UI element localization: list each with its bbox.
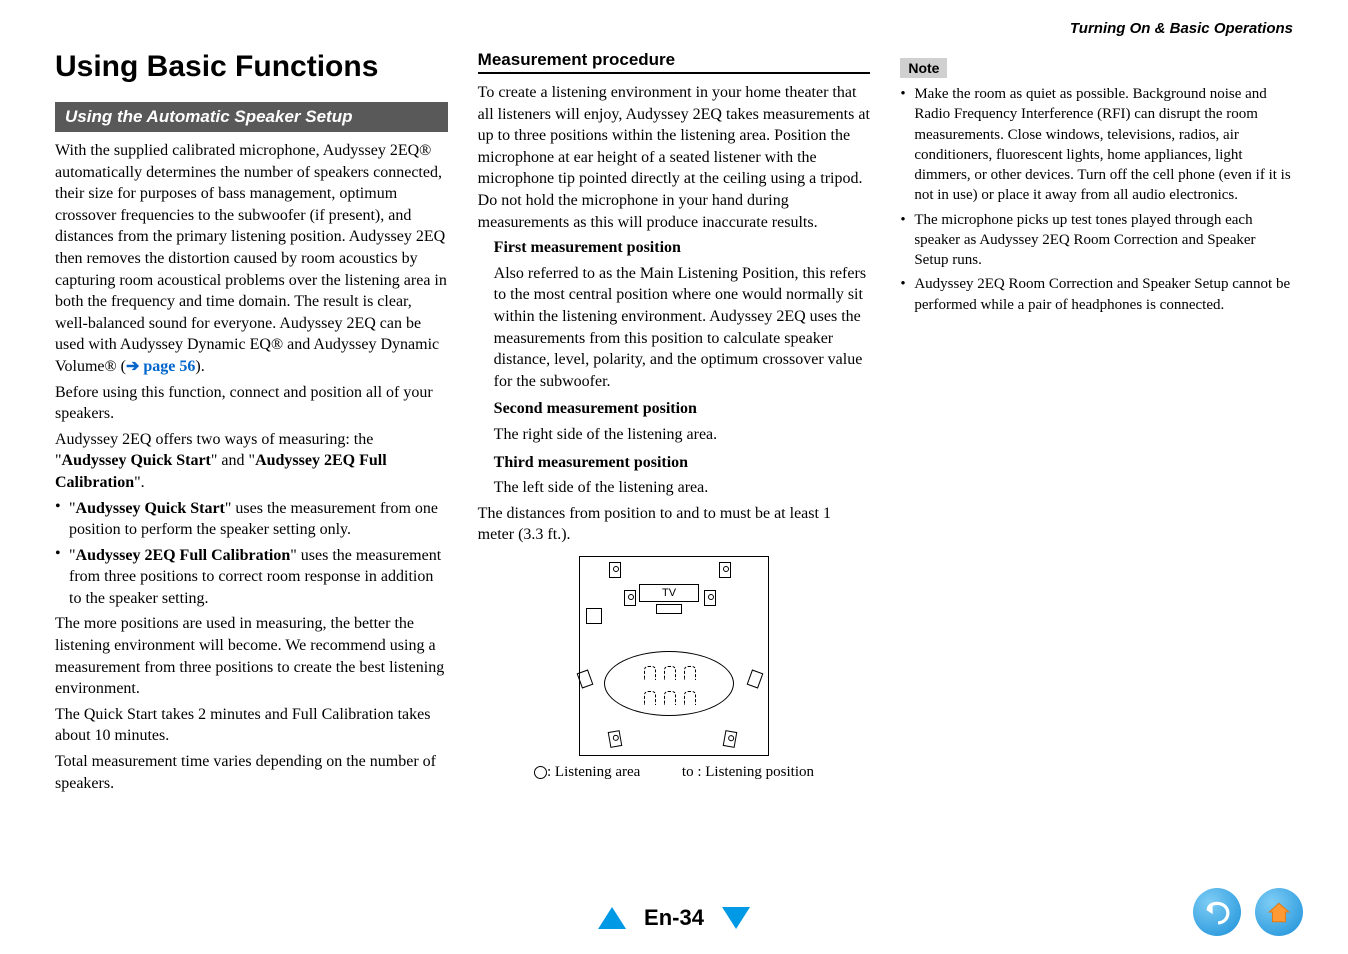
- position-title: First measurement position: [494, 237, 871, 259]
- note-list: • Make the room as quiet as possible. Ba…: [900, 84, 1293, 315]
- position-body: The right side of the listening area.: [494, 424, 871, 446]
- column-right: Note • Make the room as quiet as possibl…: [900, 50, 1293, 798]
- bullet-dot: •: [900, 210, 914, 271]
- front-left-speaker-icon: [609, 562, 621, 578]
- next-page-button[interactable]: [722, 907, 750, 929]
- back-arrow-icon: [1204, 899, 1230, 925]
- seat-icon: [684, 666, 696, 680]
- seat-icon: [644, 691, 656, 705]
- note-item: • Audyssey 2EQ Room Correction and Speak…: [900, 274, 1293, 315]
- front-high-right-speaker-icon: [704, 590, 716, 606]
- text-bold: Audyssey Quick Start: [62, 452, 211, 469]
- room-diagram: TV : Listening area: [524, 556, 824, 781]
- legend-area: : Listening area: [534, 764, 640, 781]
- note-text: Make the room as quiet as possible. Back…: [914, 84, 1293, 206]
- note-item: • The microphone picks up test tones pla…: [900, 210, 1293, 271]
- bullet-text: "Audyssey Quick Start" uses the measurem…: [69, 498, 448, 541]
- body-text: Audyssey 2EQ offers two ways of measurin…: [55, 429, 448, 494]
- body-text: With the supplied calibrated microphone,…: [55, 140, 448, 378]
- page-number-group: En-34: [598, 905, 750, 931]
- legend-position-label: to : Listening position: [682, 764, 814, 781]
- back-left-speaker-icon: [608, 730, 623, 748]
- position-body: The left side of the listening area.: [494, 477, 871, 499]
- bullet-text: "Audyssey 2EQ Full Calibration" uses the…: [69, 545, 448, 610]
- document-page: Turning On & Basic Operations Using Basi…: [0, 0, 1348, 954]
- column-left: Using Basic Functions Using the Automati…: [55, 50, 448, 798]
- page-number: En-34: [644, 905, 704, 931]
- content-columns: Using Basic Functions Using the Automati…: [55, 50, 1293, 798]
- home-icon: [1266, 899, 1292, 925]
- center-speaker-icon: [656, 604, 682, 614]
- column-middle: Measurement procedure To create a listen…: [478, 50, 871, 798]
- prev-page-button[interactable]: [598, 907, 626, 929]
- legend-area-label: : Listening area: [547, 764, 640, 780]
- note-text: The microphone picks up test tones playe…: [914, 210, 1293, 271]
- nav-buttons-right: [1193, 888, 1303, 936]
- body-text: The more positions are used in measuring…: [55, 613, 448, 699]
- body-text: Before using this function, connect and …: [55, 382, 448, 425]
- subheading: Measurement procedure: [478, 50, 871, 70]
- bullet-dot: •: [900, 84, 914, 206]
- position-body: Also referred to as the Main Listening P…: [494, 263, 871, 393]
- text-bold: Audyssey 2EQ Full Calibration: [76, 547, 291, 564]
- link-text: page 56: [143, 358, 195, 375]
- note-item: • Make the room as quiet as possible. Ba…: [900, 84, 1293, 206]
- body-text: The Quick Start takes 2 minutes and Full…: [55, 704, 448, 747]
- text: " and ": [211, 452, 255, 469]
- back-button[interactable]: [1193, 888, 1241, 936]
- body-text: Total measurement time varies depending …: [55, 751, 448, 794]
- bottom-nav-bar: En-34: [0, 876, 1348, 936]
- bullet-item: • "Audyssey Quick Start" uses the measur…: [55, 498, 448, 545]
- position-title: Second measurement position: [494, 398, 871, 420]
- measurement-position-block: First measurement position Also referred…: [478, 237, 871, 499]
- diagram-legend: : Listening area to : Listening position: [524, 764, 824, 781]
- link-arrow: ➔: [126, 358, 143, 375]
- subwoofer-icon: [586, 608, 602, 624]
- seat-icon: [664, 666, 676, 680]
- seat-icon: [664, 691, 676, 705]
- text: ".: [134, 474, 145, 491]
- bullet-dot: •: [900, 274, 914, 315]
- page-title: Using Basic Functions: [55, 50, 448, 84]
- front-right-speaker-icon: [719, 562, 731, 578]
- circle-icon: [534, 766, 547, 779]
- text: ).: [195, 358, 204, 375]
- note-text: Audyssey 2EQ Room Correction and Speaker…: [914, 274, 1293, 315]
- position-title: Third measurement position: [494, 452, 871, 474]
- bullet-item: • "Audyssey 2EQ Full Calibration" uses t…: [55, 545, 448, 614]
- home-button[interactable]: [1255, 888, 1303, 936]
- section-heading-bar: Using the Automatic Speaker Setup: [55, 102, 448, 132]
- page-link[interactable]: ➔ page 56: [126, 358, 195, 375]
- front-high-left-speaker-icon: [624, 590, 636, 606]
- heading-rule: [478, 72, 871, 74]
- seat-icon: [644, 666, 656, 680]
- note-badge: Note: [900, 58, 947, 78]
- tv-icon: TV: [639, 584, 699, 602]
- breadcrumb: Turning On & Basic Operations: [1070, 20, 1293, 37]
- text: With the supplied calibrated microphone,…: [55, 142, 447, 375]
- text-bold: Audyssey Quick Start: [76, 500, 225, 517]
- seat-icon: [684, 691, 696, 705]
- listening-area-ellipse: [604, 651, 734, 716]
- bullet-dot: •: [55, 498, 69, 545]
- body-text: The distances from position to and to mu…: [478, 503, 871, 546]
- body-text: To create a listening environment in you…: [478, 82, 871, 233]
- bullet-dot: •: [55, 545, 69, 614]
